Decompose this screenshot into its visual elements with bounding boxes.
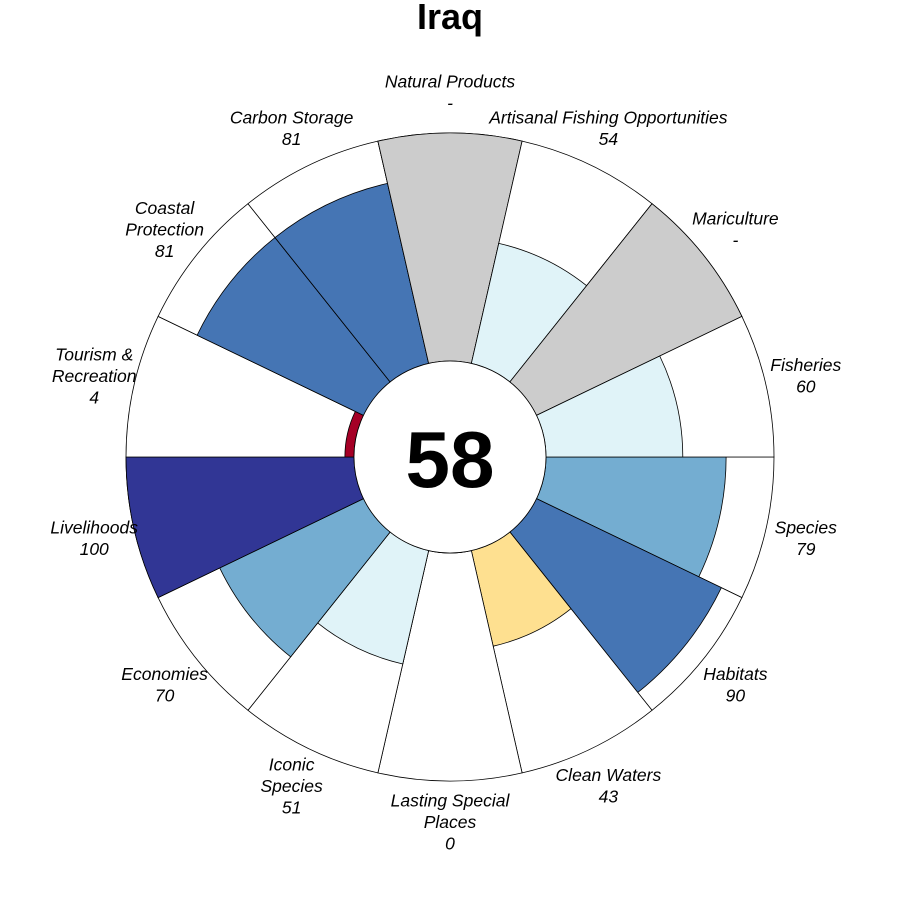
score-value-species: 79	[796, 539, 816, 559]
label-text-clean-waters: Clean Waters	[556, 765, 662, 785]
score-value-lasting-special-places: 0	[445, 834, 455, 854]
label-text-fisheries: Fisheries	[770, 355, 841, 375]
score-value-fisheries: 60	[796, 377, 816, 397]
label-habitats: Habitats 90	[703, 664, 767, 706]
label-text-iconic-species: Iconic	[269, 754, 315, 774]
label-text-iconic-species: Species	[260, 776, 323, 796]
label-text-tourism-recreation: Recreation	[52, 366, 137, 386]
score-value-carbon-storage: 81	[282, 129, 301, 149]
label-text-lasting-special-places: Places	[424, 812, 477, 832]
label-coastal-protection: Coastal Protection 81	[125, 198, 204, 261]
score-value-tourism-recreation: 4	[89, 387, 99, 407]
label-economies: Economies 70	[121, 664, 208, 706]
label-clean-waters: Clean Waters 43	[556, 765, 662, 807]
label-iconic-species: Iconic Species 51	[260, 754, 323, 817]
label-livelihoods: Livelihoods 100	[50, 518, 138, 560]
score-value-clean-waters: 43	[599, 787, 619, 807]
label-text-economies: Economies	[121, 664, 208, 684]
label-fisheries: Fisheries 60	[770, 355, 841, 397]
center-score: 58	[406, 415, 495, 504]
label-text-carbon-storage: Carbon Storage	[230, 107, 354, 127]
label-species: Species 79	[775, 518, 838, 560]
label-text-natural-products: Natural Products	[385, 71, 516, 91]
score-value-economies: 70	[155, 685, 175, 705]
label-text-tourism-recreation: Tourism &	[55, 344, 133, 364]
score-value-mariculture: -	[732, 230, 738, 250]
label-lasting-special-places: Lasting Special Places 0	[391, 791, 511, 854]
flower-plot: Iraq Species 79Habitats 90Clean Waters 43La…	[50, 0, 841, 854]
label-carbon-storage: Carbon Storage 81	[230, 107, 354, 148]
score-value-natural-products: -	[447, 93, 453, 113]
label-text-mariculture: Mariculture	[692, 209, 779, 229]
label-text-artisanal-fishing-opportunities: Artisanal Fishing Opportunities	[488, 107, 728, 127]
chart-title: Iraq	[417, 0, 483, 37]
score-value-habitats: 90	[726, 685, 746, 705]
score-value-livelihoods: 100	[80, 539, 109, 559]
label-text-coastal-protection: Coastal	[135, 198, 195, 218]
score-value-artisanal-fishing-opportunities: 54	[599, 129, 619, 149]
label-tourism-recreation: Tourism & Recreation 4	[52, 344, 137, 407]
label-mariculture: Mariculture -	[692, 209, 779, 251]
label-text-habitats: Habitats	[703, 664, 767, 684]
label-text-livelihoods: Livelihoods	[50, 518, 138, 538]
label-text-species: Species	[775, 518, 838, 538]
score-value-coastal-protection: 81	[155, 241, 174, 261]
score-value-iconic-species: 51	[282, 797, 301, 817]
label-text-coastal-protection: Protection	[125, 219, 204, 239]
label-text-lasting-special-places: Lasting Special	[391, 791, 511, 811]
